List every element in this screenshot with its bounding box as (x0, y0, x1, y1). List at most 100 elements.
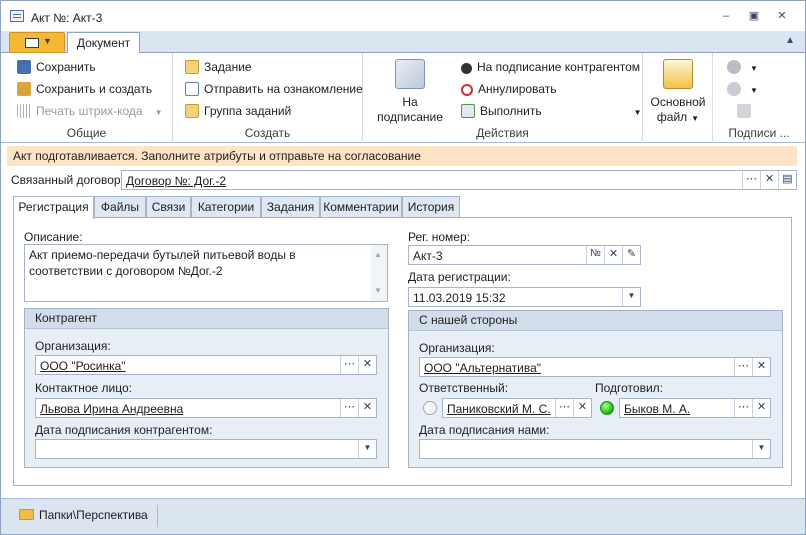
chevron-down-icon[interactable]: ▼ (622, 288, 640, 306)
group-actions: На подписание На подписание контрагентом… (363, 53, 643, 143)
tab-files[interactable]: Файлы (94, 196, 146, 218)
tab-categories[interactable]: Категории (191, 196, 261, 218)
signature-check-button[interactable]: ▼ (727, 79, 758, 99)
os-prepared-value[interactable]: Быков М. А. (624, 402, 690, 416)
main-file-button[interactable]: Основной файл ▼ (647, 59, 709, 126)
os-org-value[interactable]: ООО "Альтернатива" (424, 361, 541, 375)
os-prepared-field[interactable]: Быков М. А. ⋯ ✕ (619, 398, 771, 418)
task-group-button[interactable]: Группа заданий (185, 101, 291, 121)
cancel-button[interactable]: Аннулировать (461, 79, 556, 99)
barcode-icon (17, 104, 31, 118)
reg-number-field[interactable]: Акт-3 № ✕ ✎ (408, 245, 641, 265)
cp-org-value[interactable]: ООО "Росинка" (40, 359, 126, 373)
execute-label: Выполнить (480, 104, 542, 118)
group-label-create: Создать (244, 126, 291, 140)
sign-button[interactable]: На подписание (369, 59, 451, 125)
os-sign-date-label: Дата подписания нами: (419, 423, 550, 437)
close-icon[interactable]: ✕ (775, 10, 789, 22)
os-org-label: Организация: (419, 341, 495, 355)
chevron-down-icon[interactable]: ▼ (358, 440, 376, 458)
cp-org-field[interactable]: ООО "Росинка" ⋯ ✕ (35, 355, 377, 375)
cp-contact-label: Контактное лицо: (35, 381, 132, 395)
save-button[interactable]: Сохранить (17, 57, 96, 77)
chevron-down-icon: ▼ (43, 36, 52, 46)
reg-date-label: Дата регистрации: (408, 270, 511, 284)
group-main-file: Основной файл ▼ (643, 53, 713, 143)
title-bar: Акт №: Акт-3 – ▣ ✕ (1, 1, 805, 31)
ribbon: Сохранить Сохранить и создать Печать штр… (1, 53, 805, 143)
chevron-down-icon: ▼ (750, 86, 758, 95)
clear-icon[interactable]: ✕ (358, 399, 376, 417)
os-responsible-field[interactable]: Паниковский М. С. ⋯ ✕ (442, 398, 592, 418)
related-contract-field[interactable]: Договор №: Дог.-2 ⋯ ✕ ▤ (121, 170, 797, 190)
certificate-icon (727, 60, 741, 74)
chevron-down-icon: ▼ (633, 108, 642, 117)
minimize-icon[interactable]: – (719, 10, 733, 22)
main-file-label-line1: Основной (650, 95, 706, 109)
os-prepared-label: Подготовил: (595, 381, 664, 395)
send-review-label: Отправить на ознакомление (204, 82, 363, 96)
execute-button[interactable]: Выполнить ▼ (461, 101, 642, 121)
maximize-icon[interactable]: ▣ (747, 10, 761, 22)
app-menu-button[interactable]: ▼ (9, 32, 65, 53)
group-label-signatures: Подписи ... (728, 126, 790, 140)
cp-sign-date-field[interactable]: ▼ (35, 439, 377, 459)
signature-lock-button[interactable] (737, 101, 756, 121)
task-label: Задание (204, 60, 252, 74)
description-scrollbar[interactable]: ▲ ▼ (371, 245, 387, 301)
reg-number-label: Рег. номер: (408, 230, 470, 244)
clear-icon[interactable]: ✕ (604, 246, 622, 264)
group-signatures: ▼ ▼ Подписи ... (713, 53, 805, 143)
sign-label: На подписание (377, 95, 443, 124)
tab-tasks[interactable]: Задания (261, 196, 320, 218)
clear-icon[interactable]: ✕ (760, 171, 778, 189)
ellipsis-icon[interactable]: ⋯ (555, 399, 573, 417)
os-responsible-value[interactable]: Паниковский М. С. (447, 402, 551, 416)
number-sign-icon[interactable]: № (586, 246, 604, 264)
document-window: Акт №: Акт-3 – ▣ ✕ ▼ Документ ▲ Сохранит… (0, 0, 806, 535)
tab-document[interactable]: Документ (67, 32, 140, 54)
cp-contact-field[interactable]: Львова Ирина Андреевна ⋯ ✕ (35, 398, 377, 418)
reg-date-field[interactable]: 11.03.2019 15:32 ▼ (408, 287, 641, 307)
clear-icon[interactable]: ✕ (752, 399, 770, 417)
send-review-button[interactable]: Отправить на ознакомление (185, 79, 363, 99)
reg-number-value: Акт-3 (413, 249, 443, 263)
ellipsis-icon[interactable]: ⋯ (340, 356, 358, 374)
signature-add-button[interactable]: ▼ (727, 57, 758, 77)
clear-icon[interactable]: ✕ (752, 358, 770, 376)
our-side-panel: С нашей стороны Организация: ООО "Альтер… (408, 310, 783, 468)
folder-path[interactable]: Папки\Перспектива (39, 508, 148, 522)
description-value: Акт приемо-передачи бутылей питьевой вод… (29, 248, 296, 278)
task-button[interactable]: Задание (185, 57, 252, 77)
cp-org-label: Организация: (35, 339, 111, 353)
person-sign-icon (461, 63, 472, 74)
print-barcode-button[interactable]: Печать штрих-кода ▼ (17, 101, 163, 121)
ellipsis-icon[interactable]: ⋯ (734, 399, 752, 417)
clear-icon[interactable]: ✕ (358, 356, 376, 374)
tab-registration[interactable]: Регистрация (13, 196, 94, 219)
edit-icon[interactable]: ✎ (622, 246, 640, 264)
related-contract-value[interactable]: Договор №: Дог.-2 (126, 174, 226, 188)
responsible-status-indicator (423, 401, 437, 415)
ellipsis-icon[interactable]: ⋯ (734, 358, 752, 376)
collapse-ribbon-icon[interactable]: ▲ (785, 35, 795, 46)
clear-icon[interactable]: ✕ (573, 399, 591, 417)
tab-history[interactable]: История (402, 196, 460, 218)
prepared-status-indicator (600, 401, 614, 415)
sign-counterparty-button[interactable]: На подписание контрагентом (461, 57, 640, 77)
description-field[interactable]: Акт приемо-передачи бутылей питьевой вод… (24, 244, 388, 302)
tab-links[interactable]: Связи (146, 196, 191, 218)
ellipsis-icon[interactable]: ⋯ (340, 399, 358, 417)
os-sign-date-field[interactable]: ▼ (419, 439, 771, 459)
open-card-icon[interactable]: ▤ (778, 171, 796, 189)
tab-comments[interactable]: Комментарии (320, 196, 402, 218)
scroll-up-icon[interactable]: ▲ (374, 247, 382, 263)
scroll-down-icon[interactable]: ▼ (374, 283, 382, 299)
sign-counterparty-label: На подписание контрагентом (477, 60, 641, 74)
save-create-button[interactable]: Сохранить и создать (17, 79, 152, 99)
certificate-check-icon (727, 82, 741, 96)
chevron-down-icon[interactable]: ▼ (752, 440, 770, 458)
os-org-field[interactable]: ООО "Альтернатива" ⋯ ✕ (419, 357, 771, 377)
cp-contact-value[interactable]: Львова Ирина Андреевна (40, 402, 183, 416)
ellipsis-icon[interactable]: ⋯ (742, 171, 760, 189)
